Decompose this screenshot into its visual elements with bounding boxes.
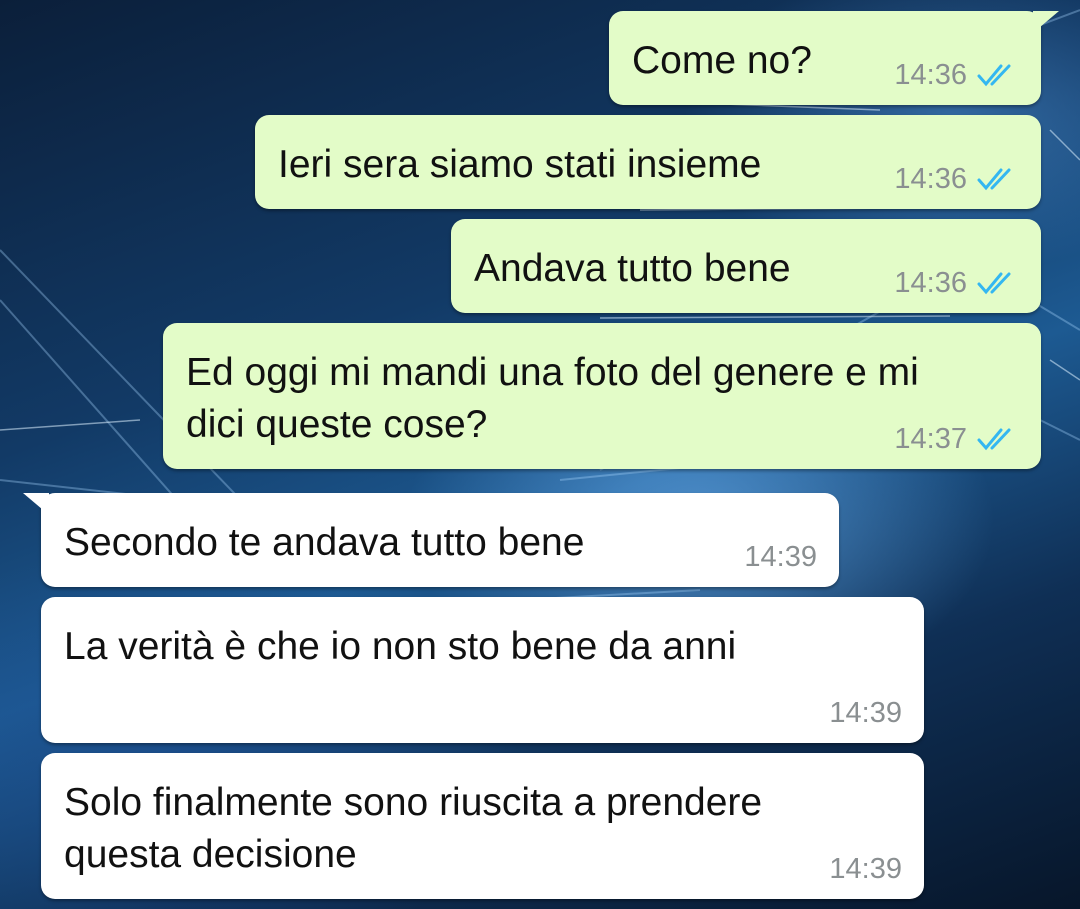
read-double-check-icon <box>977 272 1011 295</box>
message-bubble-outgoing[interactable]: Come no? 14:36 <box>609 11 1059 105</box>
message-time: 14:39 <box>829 853 902 885</box>
message-text: Ed oggi mi mandi una foto del genere e m… <box>186 351 919 446</box>
message-bubble-incoming[interactable]: La verità è che io non sto bene da anni … <box>41 597 924 743</box>
message-text: La verità è che io non sto bene da anni <box>64 625 737 668</box>
bubble-tail <box>1033 11 1059 33</box>
message-meta: 14:36 <box>894 163 1019 195</box>
read-double-check-icon <box>977 168 1011 191</box>
message-bubble-incoming[interactable]: Solo finalmente sono riuscita a prendere… <box>41 753 924 899</box>
message-bubble-outgoing[interactable]: Ieri sera siamo stati insieme 14:36 <box>255 115 1041 209</box>
message-meta: 14:36 <box>894 59 1019 91</box>
message-meta: 14:37 <box>894 423 1019 455</box>
message-time: 14:36 <box>894 163 967 195</box>
message-meta: 14:39 <box>829 853 902 885</box>
message-text: Secondo te andava tutto bene <box>64 521 585 564</box>
read-double-check-icon <box>977 428 1011 451</box>
read-double-check-icon <box>977 64 1011 87</box>
message-bubble-outgoing[interactable]: Andava tutto bene 14:36 <box>451 219 1041 313</box>
message-bubble-incoming[interactable]: Secondo te andava tutto bene 14:39 <box>23 493 839 587</box>
message-time: 14:39 <box>829 697 902 729</box>
message-meta: 14:36 <box>894 267 1019 299</box>
message-bubble-outgoing[interactable]: Ed oggi mi mandi una foto del genere e m… <box>163 323 1041 469</box>
message-time: 14:39 <box>744 541 817 573</box>
message-meta: 14:39 <box>744 541 817 573</box>
message-text: Solo finalmente sono riuscita a prendere… <box>64 781 763 876</box>
message-meta: 14:39 <box>829 697 902 729</box>
bubble-tail <box>23 493 49 515</box>
message-time: 14:37 <box>894 423 967 455</box>
message-time: 14:36 <box>894 267 967 299</box>
message-time: 14:36 <box>894 59 967 91</box>
